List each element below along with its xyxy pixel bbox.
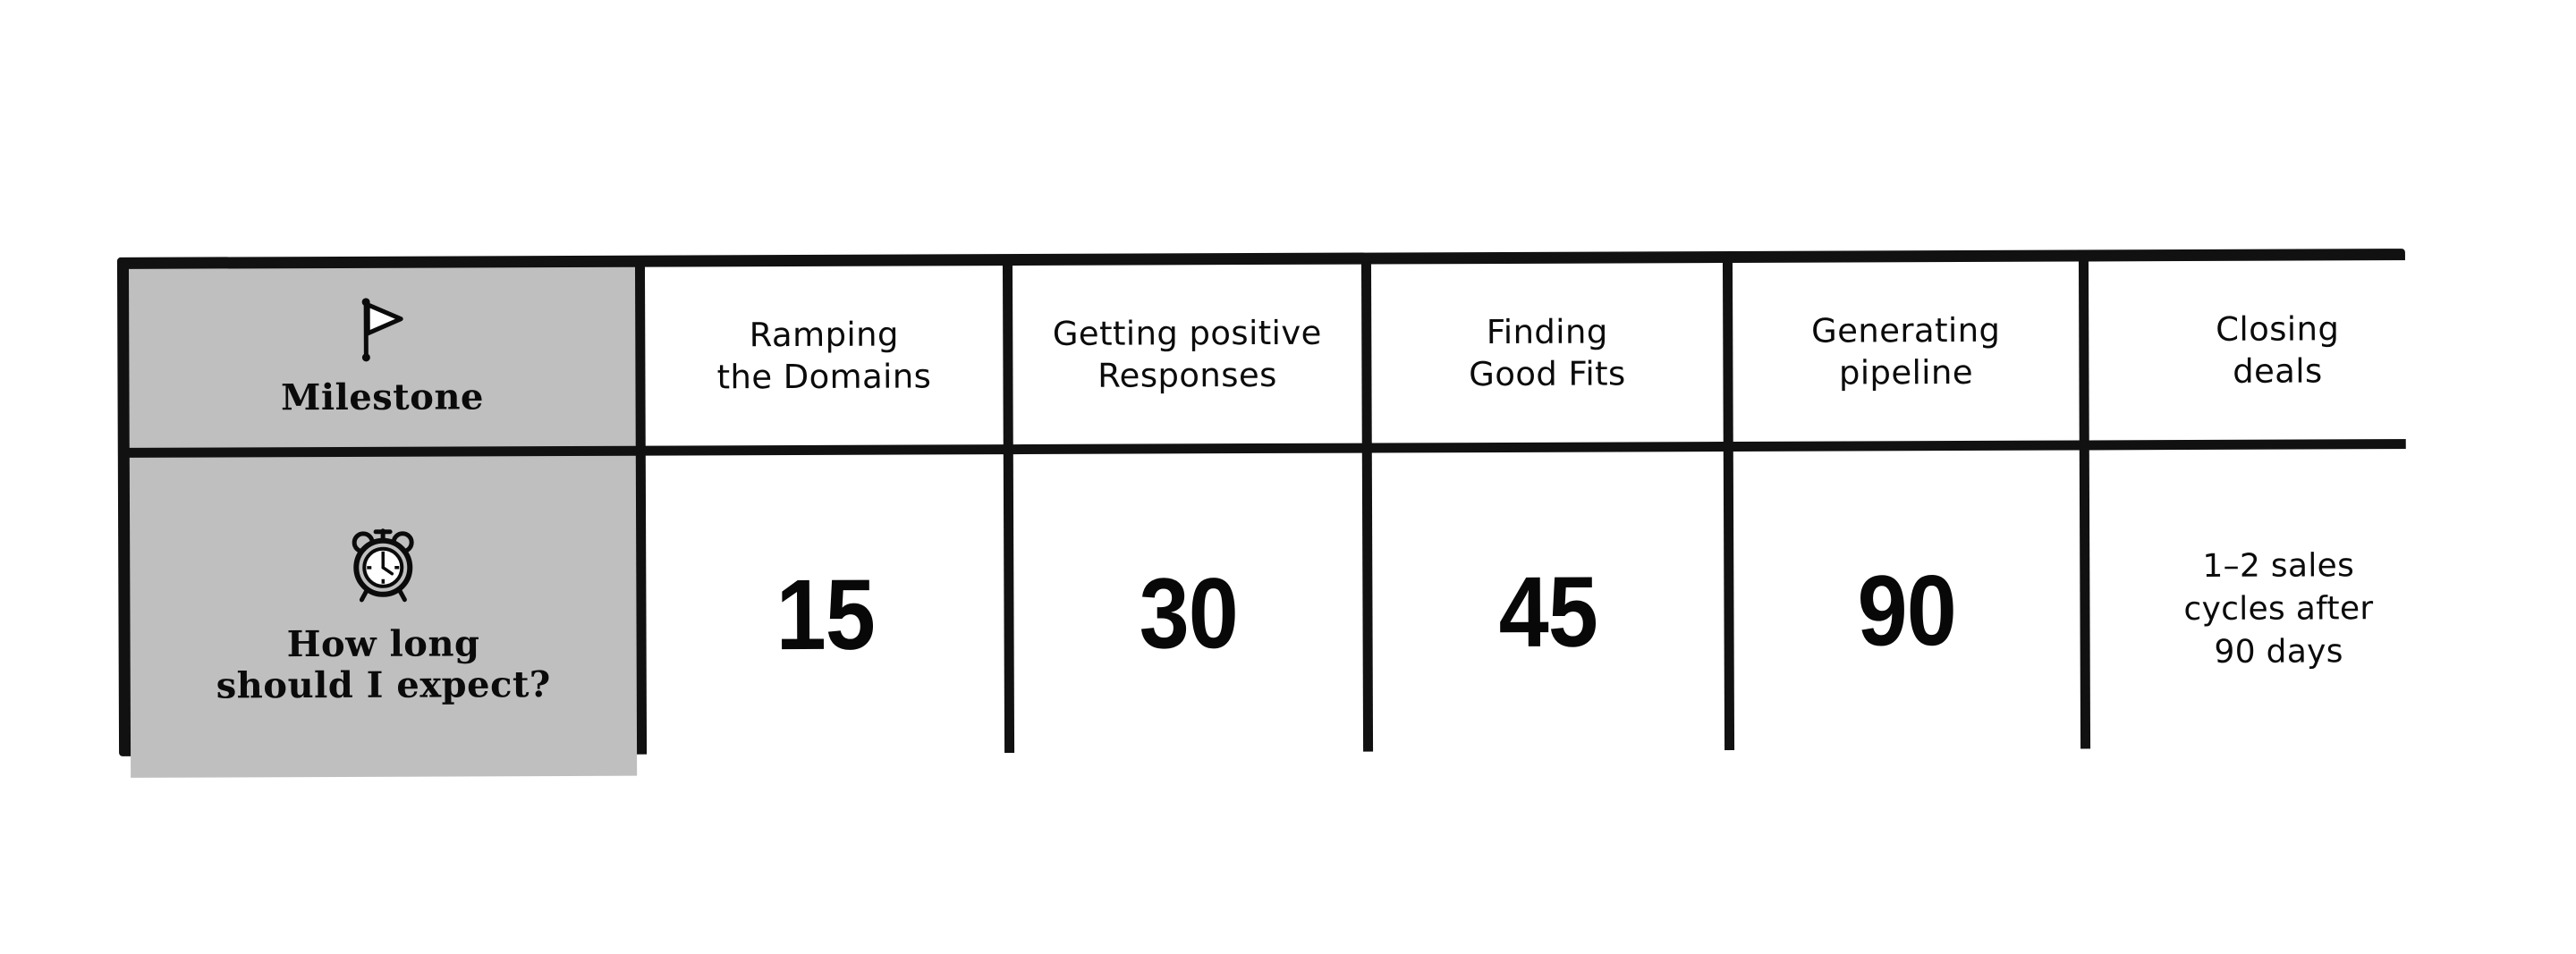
column-header-3-line1: Finding [1486,312,1608,351]
table-grid: Milestone Ramping the Domains Getting po… [116,249,2469,778]
column-header-2-line1: Getting positive [1052,313,1322,353]
value-cell-5-line2: cycles after [2183,590,2374,628]
column-header-5-line1: Closing [2216,309,2340,349]
row-header-duration-line1: How long [286,622,480,666]
row-header-milestone-label: Milestone [281,376,485,419]
column-header-2: Getting positive Responses [1012,264,1362,445]
value-cell-5-line3: 90 days [2214,633,2343,671]
value-cell-4-number: 90 [1857,554,1957,667]
column-header-1: Ramping the Domains [644,266,1004,446]
column-header-5-line2: deals [2233,351,2323,391]
value-cell-5-line1: 1–2 sales [2202,546,2355,585]
column-header-1-line2: the Domains [716,357,932,397]
alarm-clock-icon [346,528,419,608]
flag-icon [354,297,410,367]
column-header-4-line2: pipeline [1838,352,1974,393]
column-header-4: Generating pipeline [1732,261,2080,442]
value-cell-2-number: 30 [1139,557,1238,670]
column-header-1-line1: Ramping [749,315,899,354]
value-cell-5: 1–2 sales cycles after 90 days [2089,448,2469,771]
column-header-5: Closing deals [2088,259,2467,441]
column-header-2-line2: Responses [1097,355,1277,395]
milestone-timeline-table: Milestone Ramping the Domains Getting po… [116,249,2469,778]
column-header-3: Finding Good Fits [1370,263,1724,443]
value-cell-1: 15 [645,454,1005,776]
column-header-4-line1: Generating [1811,310,2001,350]
value-cell-3-number: 45 [1498,555,1598,668]
column-header-3-line2: Good Fits [1469,354,1626,394]
row-header-duration: How long should I expect? [129,455,638,778]
value-cell-3: 45 [1371,452,1725,773]
value-cell-4: 90 [1733,450,2081,772]
value-cell-1-number: 15 [775,558,875,671]
row-header-duration-line2: should I expect? [216,663,551,707]
value-cell-2: 30 [1013,452,1364,775]
row-header-milestone: Milestone [128,266,636,448]
